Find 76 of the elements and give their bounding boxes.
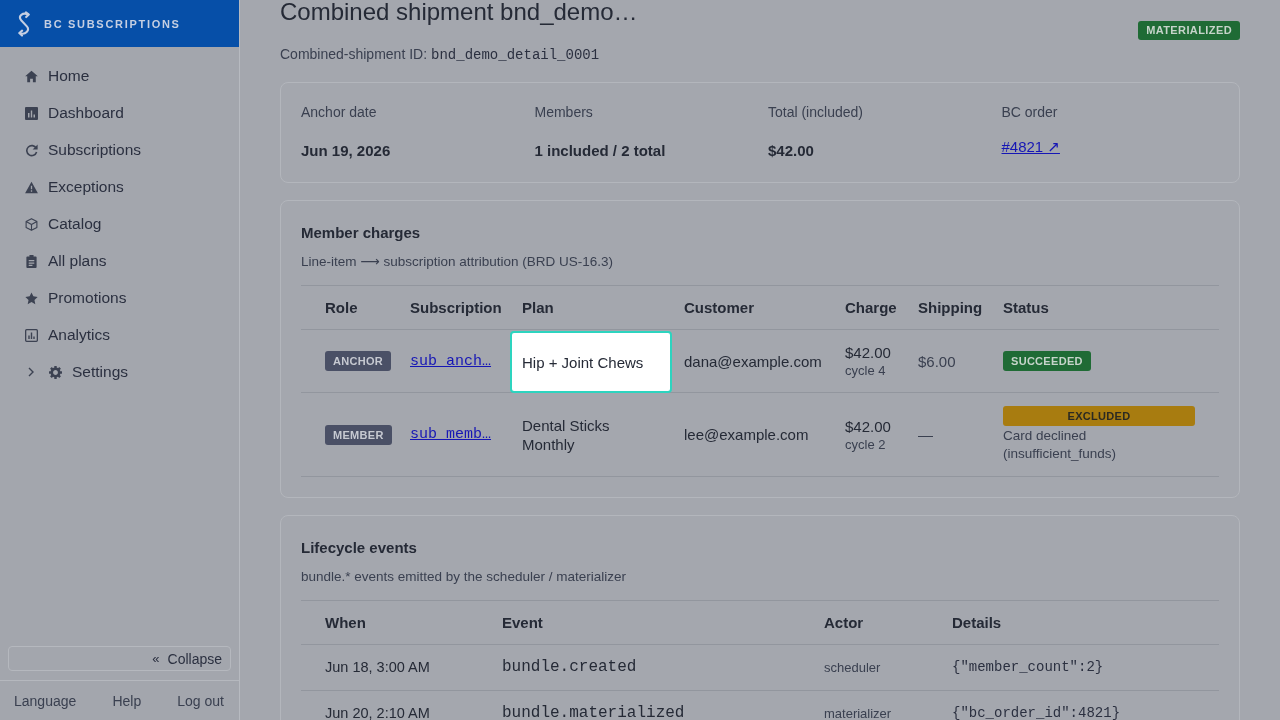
bar-chart-icon [25, 106, 38, 120]
field-label: Members [534, 103, 594, 122]
field-label: Total (included) [768, 103, 864, 122]
field-label: Anchor date [301, 103, 378, 122]
event-name: bundle.materialized [501, 703, 686, 720]
status-badge: MATERIALIZED [1138, 21, 1240, 40]
event-time: Jun 18, 3:00 AM [324, 658, 431, 677]
subscription-link[interactable]: sub_anch… [410, 351, 491, 371]
cycle-label: cycle 2 [845, 435, 886, 453]
shipping-amount: — [917, 425, 934, 445]
section-subtitle: Line-item ⟶ subscription attribution (BRD US-16.3) [301, 253, 614, 271]
column-header: Status [1002, 299, 1050, 316]
column-header: Event [501, 614, 544, 631]
status-badge: EXCLUDED [1003, 406, 1195, 426]
status-note: Card declined (insufficient_funds) [1003, 427, 1118, 463]
nav-item[interactable]: Catalog [25, 212, 102, 236]
column-header: Role [324, 299, 359, 316]
cycle-label: cycle 4 [845, 362, 886, 379]
charge-amount: $42.00 [845, 416, 891, 436]
column-header: Shipping [917, 299, 984, 316]
actor-name: materializer [823, 705, 893, 720]
column-header: Subscription [409, 299, 503, 316]
id-value: bnd_demo_detail_0001 [431, 46, 600, 65]
footer-link[interactable]: Help [112, 692, 142, 709]
refresh-icon [25, 143, 38, 157]
nav-item[interactable]: Exceptions [25, 175, 124, 199]
event-details: {"bc_order_id":4821} [951, 704, 1122, 720]
nav-item[interactable]: Home [25, 64, 90, 88]
nav-item[interactable]: Settings [27, 360, 128, 384]
column-header: When [324, 614, 367, 631]
gear-icon [49, 365, 62, 379]
subscription-link[interactable]: sub_memb… [410, 425, 491, 444]
page-title: Combined shipment bnd_demo… [280, 0, 638, 25]
section-subtitle: bundle.* events emitted by the scheduler / materializer [301, 568, 627, 586]
customer-email: lee@example.com [683, 425, 810, 445]
plan-name: Hip + Joint Chews [510, 331, 672, 393]
order-link[interactable]: #4821 ↗ [1001, 137, 1060, 157]
column-header: Plan [521, 299, 555, 316]
collapse-button[interactable]: « Collapse [8, 646, 231, 671]
brand-name: BC SUBSCRIPTIONS [44, 17, 181, 30]
field-label: BC order [1001, 103, 1059, 122]
shipping-amount: $6.00 [917, 351, 957, 372]
section-title: Member charges [301, 223, 422, 243]
cube-icon [25, 217, 38, 231]
plan-name: Dental Sticks Monthly [521, 415, 611, 455]
chart-icon [25, 328, 38, 342]
event-time: Jun 20, 2:10 AM [324, 704, 431, 720]
nav-item[interactable]: All plans [25, 249, 107, 273]
footer-link[interactable]: Language [14, 692, 77, 709]
section-title: Lifecycle events [301, 538, 418, 558]
field-value: $42.00 [768, 141, 815, 161]
nav-item[interactable]: Dashboard [25, 101, 124, 125]
field-value: Jun 19, 2026 [301, 141, 392, 161]
role-badge: ANCHOR [325, 351, 392, 371]
star-icon [25, 291, 38, 305]
column-header: Details [951, 614, 1003, 631]
nav-item[interactable]: Subscriptions [25, 138, 142, 162]
column-header: Actor [823, 614, 865, 631]
nav-item[interactable]: Analytics [25, 323, 111, 347]
id-label: Combined-shipment ID: [280, 45, 428, 64]
field-value: 1 included / 2 total [534, 141, 667, 161]
event-name: bundle.created [501, 657, 638, 678]
clipboard-icon [25, 254, 38, 268]
role-badge: MEMBER [325, 424, 392, 445]
double-chevron-icon: « [152, 651, 160, 666]
home-icon [25, 69, 38, 83]
column-header: Customer [683, 299, 755, 316]
column-header: Charge [844, 299, 898, 316]
actor-name: scheduler [823, 659, 882, 677]
customer-email: dana@example.com [683, 351, 823, 372]
status-badge: SUCCEEDED [1003, 351, 1091, 371]
event-details: {"member_count":2} [951, 658, 1105, 677]
charge-amount: $42.00 [845, 343, 891, 362]
nav-item[interactable]: Promotions [25, 286, 127, 310]
footer-link[interactable]: Log out [177, 692, 224, 709]
warning-icon [25, 180, 38, 194]
